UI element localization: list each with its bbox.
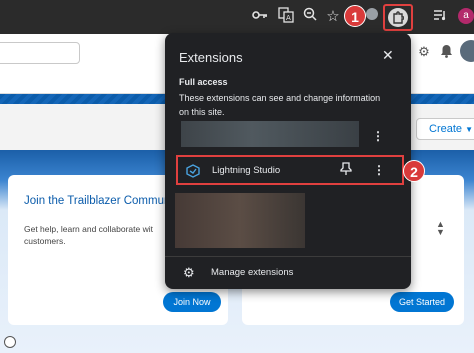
help-circle-icon[interactable] [4,336,16,348]
gear-icon: ⚙ [183,265,195,280]
user-avatar[interactable] [460,40,474,62]
zoom-out-icon[interactable] [300,7,320,27]
star-icon[interactable]: ☆ [323,7,343,27]
puzzle-icon [393,11,404,24]
key-icon[interactable] [250,7,270,27]
close-icon[interactable]: ✕ [382,47,394,64]
profile-avatar[interactable]: a [458,8,474,24]
more-options-icon[interactable]: ⋮ [372,129,384,143]
gear-icon[interactable]: ⚙ [416,44,432,60]
create-button[interactable]: Create ▼ [416,118,474,140]
reading-list-icon[interactable] [430,7,450,27]
bell-icon[interactable] [438,44,454,60]
get-started-button[interactable]: Get Started [390,292,454,312]
search-input[interactable] [0,42,80,64]
card-title: Join the Trailblazer Commun [24,195,171,207]
extension-name: Lightning Studio [212,165,281,176]
panel-title: Extensions [179,50,243,65]
pin-icon[interactable] [340,162,352,176]
translate-icon[interactable]: A [276,7,296,27]
lightning-studio-icon [186,164,200,178]
step-callout-1: 1 [344,5,366,27]
blurred-extension-row[interactable] [181,121,359,147]
manage-extensions-link[interactable]: Manage extensions [211,267,293,278]
extension-row-lightning-studio[interactable]: Lightning Studio ⋮ [176,155,404,185]
extensions-panel: Extensions ✕ Full access These extension… [165,33,411,289]
blurred-extension-row[interactable] [175,193,305,248]
browser-toolbar: A ☆ a [0,0,474,34]
sort-icon[interactable]: ▲ ▼ [436,220,445,237]
more-options-icon[interactable]: ⋮ [373,163,385,177]
join-now-button[interactable]: Join Now [163,292,221,312]
full-access-heading: Full access [179,77,228,87]
card-text: Get help, learn and collaborate wit cust… [24,224,153,246]
chevron-down-icon: ▼ [465,125,474,134]
divider [165,256,411,257]
svg-text:A: A [286,14,291,22]
extensions-puzzle-button[interactable] [383,4,413,31]
create-label: Create [429,123,463,135]
step-callout-2: 2 [403,160,425,182]
full-access-description: These extensions can see and change info… [179,93,381,117]
